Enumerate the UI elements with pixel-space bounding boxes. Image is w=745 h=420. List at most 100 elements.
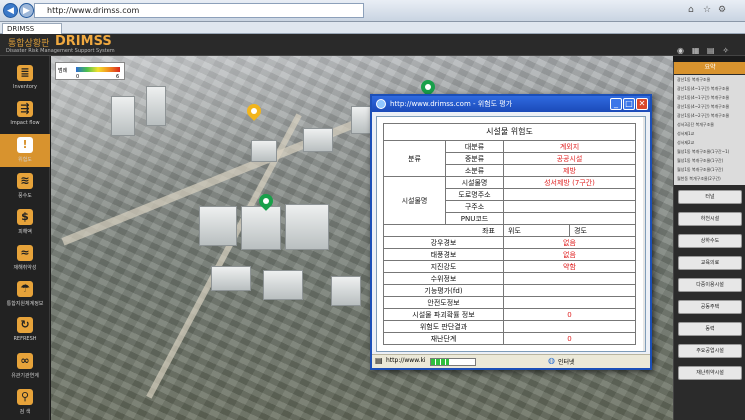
list-item[interactable]: 월천동 복개구조물(2구간) (677, 176, 721, 182)
category-button-tunnel[interactable]: 터널 (678, 190, 742, 204)
favorites-icon[interactable]: ☆ (703, 5, 711, 15)
progress-fill (431, 359, 449, 365)
row-label: 기능평가(fd) (383, 284, 504, 297)
sidebar-item-label: 피해액 (18, 229, 32, 235)
sidebar-item-impact-flow[interactable]: ⇶ Impact flow (0, 98, 50, 131)
building (331, 276, 361, 306)
sidebar-item-label: Impact flow (10, 120, 40, 126)
popup-scrollbar[interactable] (643, 117, 645, 351)
row-label: 수위정보 (383, 272, 504, 285)
layers-icon[interactable]: ▤ (706, 46, 715, 55)
logo-subtitle: Disaster Risk Management Support System (6, 48, 115, 54)
category-button-vulnerable[interactable]: 재난취약시설 (678, 366, 742, 380)
list-item[interactable]: 월성1동 복개구조물(1구간) (677, 167, 723, 173)
logo-text: DRIMSS (55, 34, 112, 49)
risk-popup-window: http://www.drimss.com - 위험도 평가 _ □ ✕ 시설물… (370, 94, 652, 370)
sidebar-item-search[interactable]: ⚲ 검 색 (0, 386, 50, 419)
sidebar-item-refresh[interactable]: ↻ REFRESH (0, 314, 50, 347)
row-value: 계외지 (503, 140, 636, 153)
sidebar-item-flood[interactable]: ≋ 풍수도 (0, 170, 50, 203)
category-button-power[interactable]: 동력 (678, 322, 742, 336)
globe-icon[interactable]: ◉ (676, 46, 685, 55)
refresh-icon: ↻ (17, 317, 33, 333)
marker-pin-yellow[interactable] (244, 101, 264, 121)
inventory-icon: ≣ (17, 65, 33, 81)
building (146, 86, 166, 126)
building (263, 270, 303, 300)
sidebar-item-damage-cost[interactable]: $ 피해액 (0, 206, 50, 239)
row-value (503, 320, 636, 333)
row-label: 소분류 (445, 164, 504, 177)
sidebar: ≣ Inventory ⇶ Impact flow ! 위험도 ≋ 풍수도 $ … (0, 56, 50, 420)
list-item[interactable]: 월성1동 복개구조물(1구간) (677, 158, 723, 164)
map-toolbar: ◉ ▦ ▤ ✧ ⊞ ▣ (676, 38, 742, 74)
list-item[interactable]: 광산1동(4~2구간) 복개구조물 (677, 104, 729, 110)
sidebar-item-link[interactable]: ∞ 유관기관연계 (0, 350, 50, 383)
category-button-public-use[interactable]: 다중이용시설 (678, 278, 742, 292)
row-label: PNU코드 (445, 212, 504, 225)
maximize-icon[interactable]: □ (623, 98, 635, 110)
sidebar-item-inventory[interactable]: ≣ Inventory (0, 62, 50, 95)
grid-icon[interactable]: ▦ (691, 46, 700, 55)
sidebar-item-label: 풍수도 (18, 193, 32, 199)
close-icon[interactable]: ✕ (636, 98, 648, 110)
category-button-river[interactable]: 하천시설 (678, 212, 742, 226)
list-item[interactable]: 광산1동(4~1구간) 복개구조물 (677, 95, 729, 101)
sidebar-item-label: 재해취약성 (13, 265, 37, 271)
building (285, 204, 329, 250)
minimize-icon[interactable]: _ (610, 98, 622, 110)
legend-low: 0 (76, 74, 80, 80)
category-button-industry[interactable]: 주요공업시설 (678, 344, 742, 358)
row-label: 시설물 파괴확률 정보 (383, 308, 504, 321)
back-button-icon[interactable]: ◀ (3, 3, 18, 18)
category-button-education[interactable]: 교육의료 (678, 256, 742, 270)
list-item[interactable]: 성서제1교 (677, 131, 694, 137)
vulnerability-icon: ≈ (17, 245, 33, 261)
loading-progress-bar (430, 358, 476, 366)
popup-statusbar: ▤ http://www.ki ◍ 인터넷 (372, 354, 650, 368)
coord-label: 좌표 (383, 224, 504, 237)
popup-titlebar[interactable]: http://www.drimss.com - 위험도 평가 _ □ ✕ (372, 96, 650, 112)
warning-icon: ! (17, 137, 33, 153)
list-item[interactable]: 광산1동(4~2구간) 복개구조물 (677, 113, 729, 119)
sidebar-item-risk[interactable]: ! 위험도 (0, 134, 50, 167)
legend-high: 6 (116, 74, 120, 80)
row-label: 지진강도 (383, 260, 504, 273)
category-button-water[interactable]: 상하수도 (678, 234, 742, 248)
list-item[interactable]: 월성1동 복개구조물(1구간~1) (677, 149, 729, 155)
app-header: 통합상황판 DRIMSS Disaster Risk Management Su… (0, 34, 745, 56)
row-value (503, 200, 636, 213)
pin-icon[interactable]: ✧ (721, 46, 730, 55)
address-bar[interactable]: http://www.drimss.com (34, 3, 364, 18)
right-panel-header: 요약 (674, 62, 745, 74)
browser-tabbar: DRIMSS (0, 22, 745, 34)
list-item[interactable]: 광산1동 복개구조물 (677, 77, 710, 83)
list-item[interactable]: 광산1동(4~1구간) 복개구조물 (677, 86, 729, 92)
sidebar-item-label: REFRESH (13, 336, 37, 342)
home-icon[interactable]: ⌂ (688, 5, 694, 15)
facility-list: 광산1동 복개구조물 광산1동(4~1구간) 복개구조물 광산1동(4~1구간)… (674, 75, 745, 185)
flood-icon: ≋ (17, 173, 33, 189)
building (241, 206, 281, 250)
row-label: 도로명주소 (445, 188, 504, 201)
sidebar-item-vulnerability[interactable]: ≈ 재해취약성 (0, 242, 50, 275)
row-value (503, 272, 636, 285)
browser-ie-icon (376, 99, 386, 109)
row-label: 위험도 판단결과 (383, 320, 504, 333)
list-item[interactable]: 성서3공단 복개구조물 (677, 122, 714, 128)
impact-flow-icon: ⇶ (17, 101, 33, 117)
browser-tab[interactable]: DRIMSS (2, 23, 62, 34)
building (199, 206, 237, 246)
forward-button-icon[interactable]: ▶ (19, 3, 34, 18)
row-label: 안전도정보 (383, 296, 504, 309)
sidebar-item-support[interactable]: ☂ 통합지원체계정보 (0, 278, 50, 311)
settings-gear-icon[interactable]: ⚙ (718, 5, 726, 15)
row-value (503, 212, 636, 225)
category-button-housing[interactable]: 공동주택 (678, 300, 742, 314)
row-label: 강우경보 (383, 236, 504, 249)
row-value: 0 (503, 332, 636, 345)
row-label: 대분류 (445, 140, 504, 153)
sidebar-item-label: 통합지원체계정보 (6, 301, 44, 307)
list-item[interactable]: 성서제2교 (677, 140, 694, 146)
table-title: 시설물 위험도 (383, 123, 636, 141)
